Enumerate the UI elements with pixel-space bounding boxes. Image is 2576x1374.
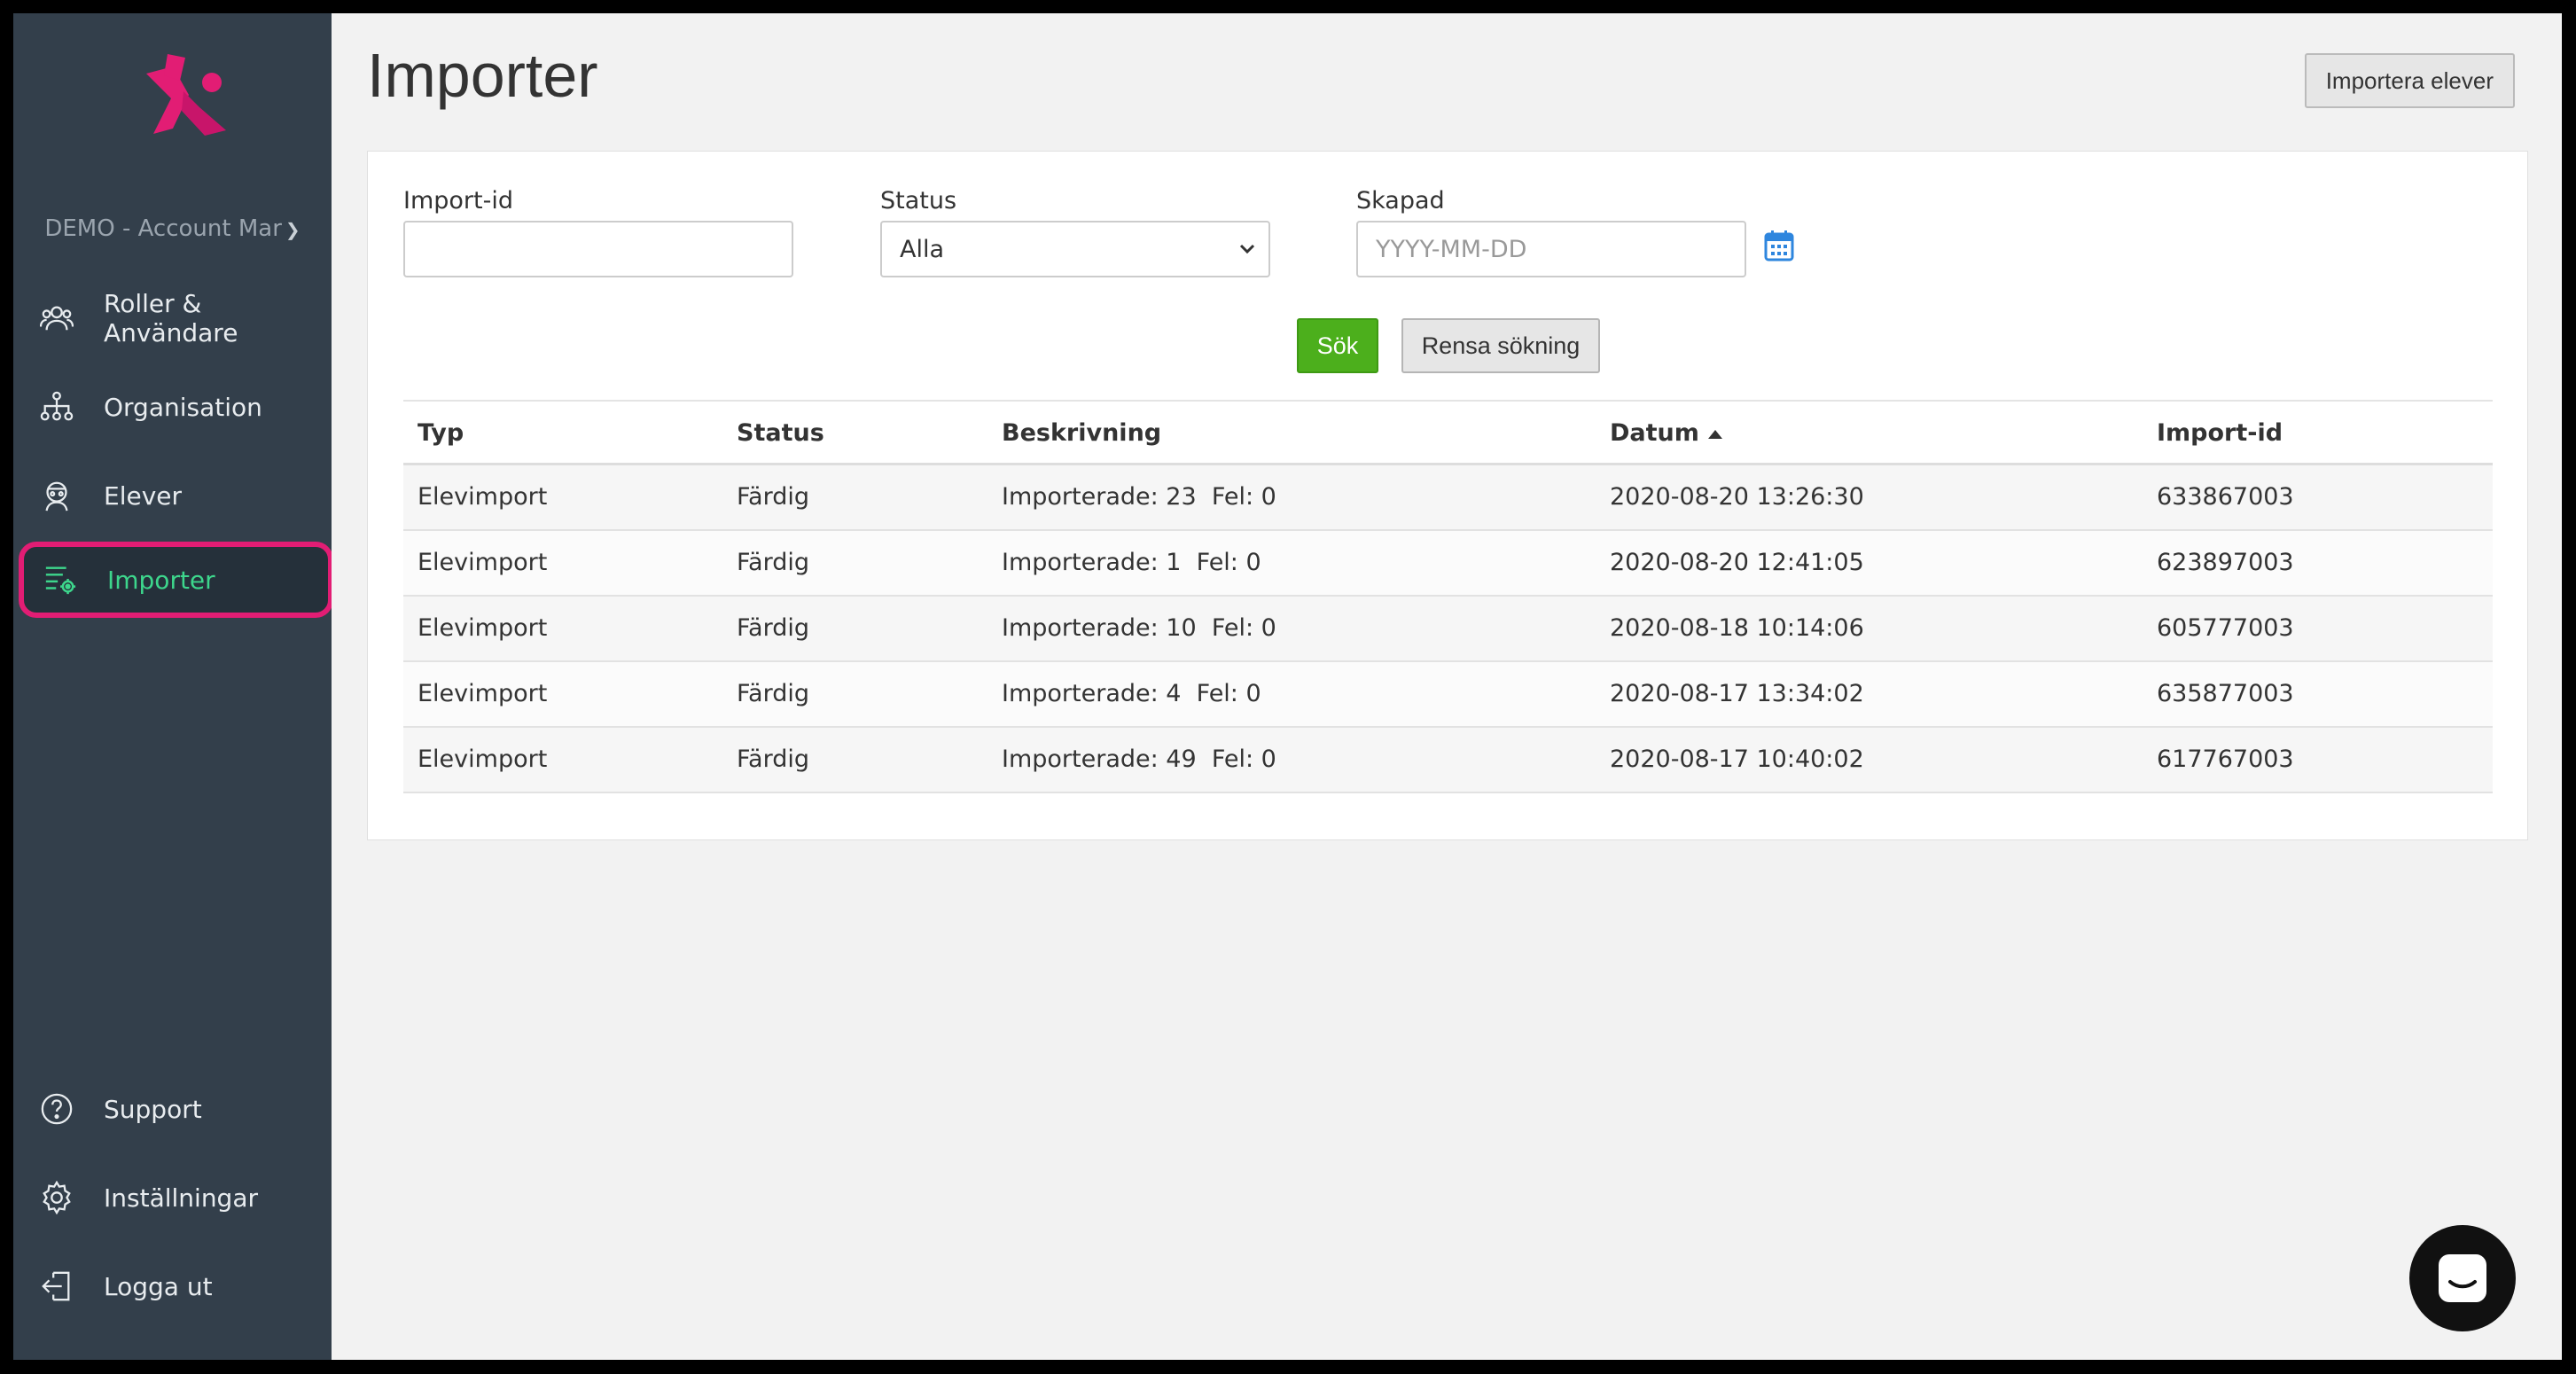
- import-gear-icon: [45, 566, 76, 595]
- cell-import-id: 635877003: [2157, 680, 2294, 707]
- sidebar-item-organisation[interactable]: Organisation: [13, 369, 332, 445]
- account-name: DEMO - Account Mar: [44, 215, 282, 242]
- imports-card: Import-id Status Alla Skapad YYYY-MM-DD …: [367, 151, 2528, 840]
- cell-beskrivning: Importerade: 23 Fel: 0: [1002, 483, 1276, 511]
- cell-beskrivning: Importerade: 4 Fel: 0: [1002, 680, 1261, 707]
- cell-typ: Elevimport: [418, 746, 548, 773]
- help-icon: [41, 1093, 73, 1125]
- sidebar-item-importer[interactable]: Importer: [19, 542, 333, 618]
- table-row[interactable]: Elevimport Färdig Importerade: 49 Fel: 0…: [403, 728, 2493, 793]
- search-button[interactable]: Sök: [1297, 318, 1378, 373]
- table-row[interactable]: Elevimport Färdig Importerade: 10 Fel: 0…: [403, 597, 2493, 662]
- cell-status: Färdig: [737, 549, 810, 576]
- cell-datum: 2020-08-20 12:41:05: [1610, 549, 1864, 576]
- column-header-status[interactable]: Status: [737, 419, 824, 447]
- created-date-input[interactable]: YYYY-MM-DD: [1356, 221, 1746, 277]
- table-header: Typ Status Beskrivning Datum Import-id: [403, 400, 2493, 465]
- student-icon: [45, 481, 68, 511]
- sidebar-item-label: Organisation: [104, 392, 262, 422]
- cell-datum: 2020-08-17 10:40:02: [1610, 746, 1864, 773]
- cell-status: Färdig: [737, 746, 810, 773]
- import-id-input[interactable]: [403, 221, 793, 277]
- status-select-value: Alla: [900, 235, 945, 263]
- table-body: Elevimport Färdig Importerade: 23 Fel: 0…: [403, 465, 2493, 793]
- account-switcher[interactable]: DEMO - Account Mar ❯: [13, 215, 332, 242]
- sidebar-item-label: Roller & Användare: [104, 289, 238, 347]
- sidebar-item-settings[interactable]: Inställningar: [13, 1159, 332, 1236]
- calendar-icon[interactable]: [1764, 230, 1794, 262]
- cell-status: Färdig: [737, 680, 810, 707]
- sidebar-item-support[interactable]: Support: [13, 1071, 332, 1147]
- main-content: Importer Importera elever Import-id Stat…: [332, 13, 2562, 1360]
- cell-status: Färdig: [737, 483, 810, 511]
- sidebar-item-label: Elever: [104, 480, 183, 511]
- cell-typ: Elevimport: [418, 614, 548, 642]
- cell-typ: Elevimport: [418, 483, 548, 511]
- sidebar-item-roles-users[interactable]: Roller & Användare: [13, 280, 332, 356]
- logo-icon: [146, 54, 226, 136]
- sidebar-item-label: Importer: [107, 565, 215, 595]
- table-row[interactable]: Elevimport Färdig Importerade: 4 Fel: 0 …: [403, 662, 2493, 728]
- cell-datum: 2020-08-17 13:34:02: [1610, 680, 1864, 707]
- status-label: Status: [880, 187, 957, 215]
- table-row[interactable]: Elevimport Färdig Importerade: 1 Fel: 0 …: [403, 531, 2493, 597]
- column-header-typ[interactable]: Typ: [418, 419, 464, 447]
- cell-datum: 2020-08-18 10:14:06: [1610, 614, 1864, 642]
- column-header-datum[interactable]: Datum: [1610, 419, 1722, 447]
- cell-typ: Elevimport: [418, 680, 548, 707]
- created-label: Skapad: [1356, 187, 1445, 215]
- column-header-beskrivning[interactable]: Beskrivning: [1002, 419, 1161, 447]
- sidebar: DEMO - Account Mar ❯ Roller & Användare O…: [13, 13, 333, 1360]
- chevron-down-icon: [1239, 244, 1255, 254]
- cell-beskrivning: Importerade: 1 Fel: 0: [1002, 549, 1261, 576]
- app-window: DEMO - Account Mar ❯ Roller & Användare O…: [13, 13, 2562, 1360]
- cell-datum: 2020-08-20 13:26:30: [1610, 483, 1864, 511]
- cell-import-id: 623897003: [2157, 549, 2294, 576]
- sidebar-item-elever[interactable]: Elever: [13, 457, 332, 534]
- chevron-down-icon: ❯: [285, 219, 301, 240]
- sort-ascending-icon: [1707, 429, 1722, 439]
- page-title: Importer: [367, 41, 598, 110]
- sidebar-item-logout[interactable]: Logga ut: [13, 1248, 332, 1324]
- gear-icon: [43, 1181, 71, 1214]
- org-tree-icon: [40, 391, 74, 421]
- chat-icon: [2439, 1254, 2486, 1302]
- logout-icon: [42, 1271, 70, 1301]
- clear-search-button[interactable]: Rensa sökning: [1401, 318, 1600, 373]
- cell-status: Färdig: [737, 614, 810, 642]
- table-row[interactable]: Elevimport Färdig Importerade: 23 Fel: 0…: [403, 465, 2493, 531]
- users-icon: [40, 306, 74, 331]
- chat-launcher-button[interactable]: [2409, 1225, 2516, 1331]
- sidebar-item-label: Inställningar: [104, 1183, 259, 1213]
- sidebar-item-label: Logga ut: [104, 1271, 213, 1301]
- column-header-datum-label: Datum: [1610, 419, 1699, 447]
- cell-import-id: 617767003: [2157, 746, 2294, 773]
- column-header-import-id[interactable]: Import-id: [2157, 419, 2283, 447]
- cell-beskrivning: Importerade: 49 Fel: 0: [1002, 746, 1276, 773]
- cell-import-id: 605777003: [2157, 614, 2294, 642]
- status-select[interactable]: Alla: [880, 221, 1270, 277]
- cell-beskrivning: Importerade: 10 Fel: 0: [1002, 614, 1276, 642]
- cell-import-id: 633867003: [2157, 483, 2294, 511]
- imports-table: Typ Status Beskrivning Datum Import-id E…: [403, 400, 2493, 793]
- sidebar-item-label: Support: [104, 1094, 202, 1124]
- import-id-label: Import-id: [403, 187, 513, 215]
- import-students-button[interactable]: Importera elever: [2304, 53, 2515, 108]
- cell-typ: Elevimport: [418, 549, 548, 576]
